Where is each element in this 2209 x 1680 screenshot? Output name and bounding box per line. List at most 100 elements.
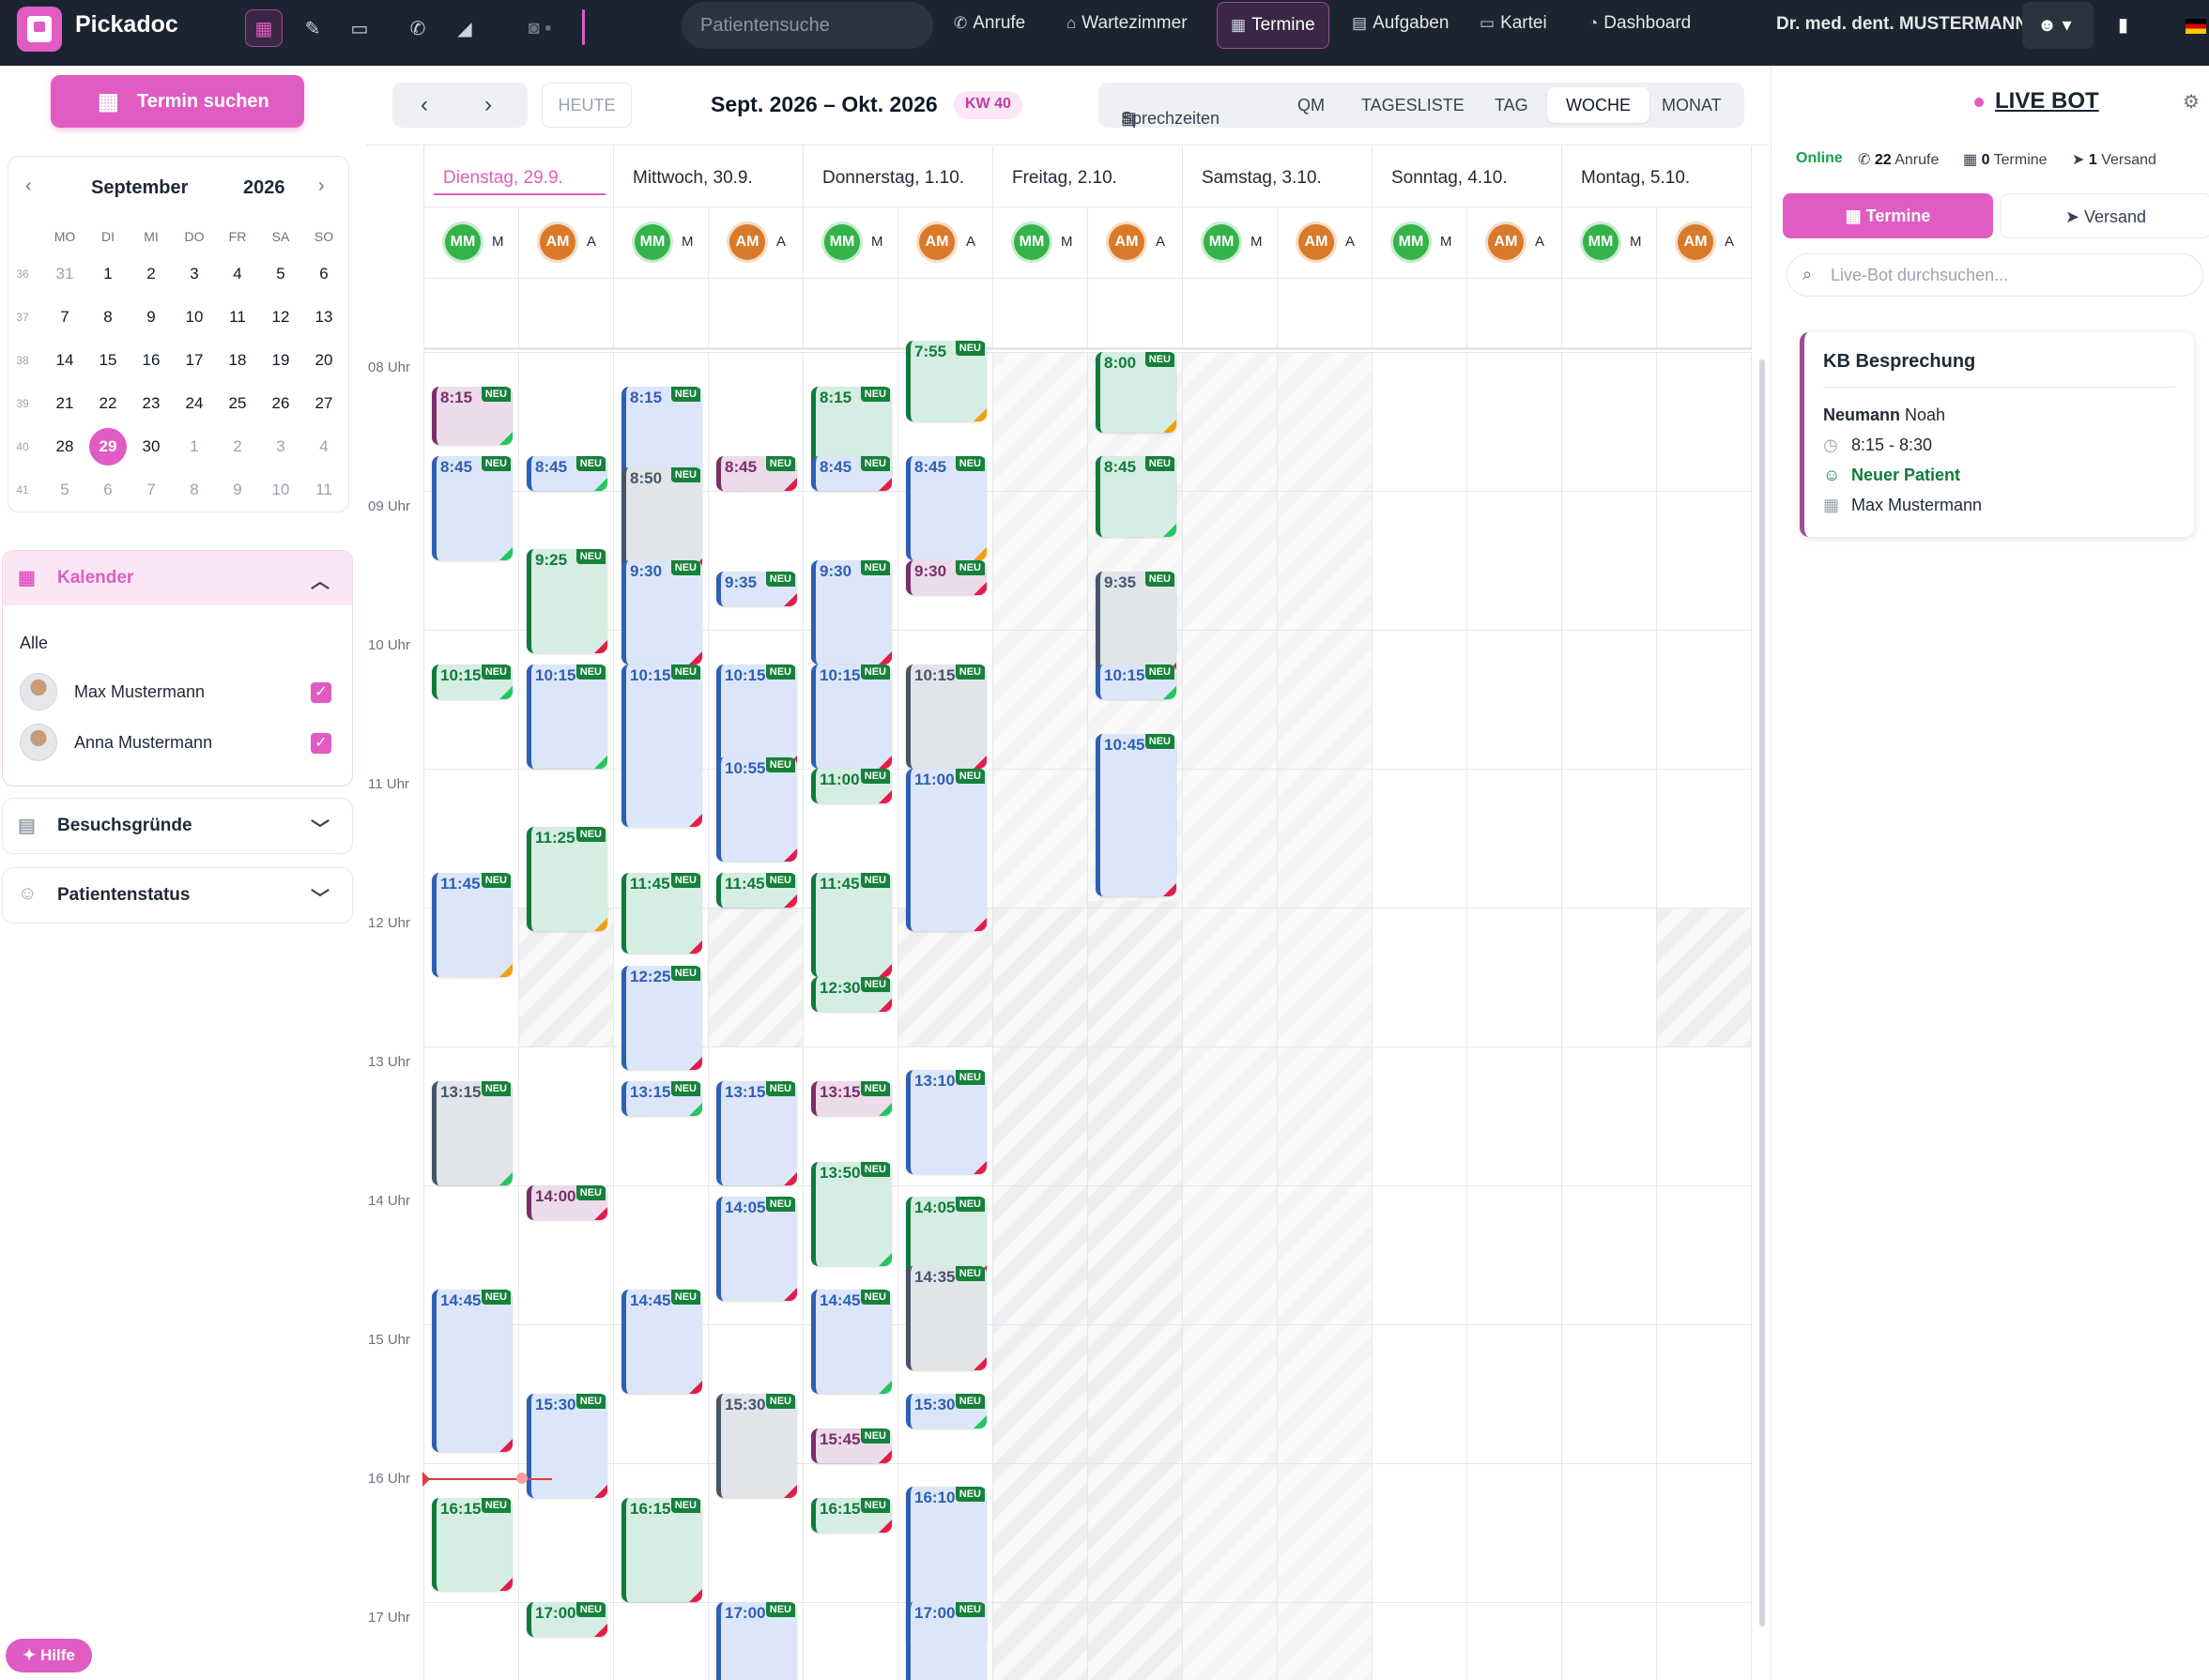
calendar-icon[interactable]: ▦ — [245, 9, 283, 47]
chevron-left-icon[interactable]: ‹ — [421, 92, 428, 118]
checkbox-checked[interactable]: ✓ — [311, 682, 331, 703]
appointment[interactable]: 8:15 NEU — [432, 387, 513, 445]
appointment[interactable]: 8:00 NEU — [1096, 352, 1176, 434]
day-cell[interactable]: 4 — [219, 260, 256, 288]
all-day-cell[interactable] — [1373, 279, 1467, 350]
resource-avatar[interactable]: MM — [635, 224, 670, 260]
appointment[interactable]: 7:55 NEU — [906, 340, 987, 421]
resource-avatar[interactable]: MM — [1204, 224, 1239, 260]
appointment[interactable]: 16:15 NEU — [621, 1498, 702, 1602]
day-cell[interactable]: 23 — [132, 389, 170, 418]
appointment[interactable]: 8:45 NEU — [1096, 456, 1176, 538]
megaphone-icon[interactable]: ◢ — [446, 9, 483, 47]
all-day-cell[interactable] — [1467, 279, 1562, 350]
resource-avatar[interactable]: AM — [919, 224, 955, 260]
day-cell[interactable]: 26 — [262, 389, 299, 418]
appointment[interactable]: 10:15 NEU — [906, 664, 987, 769]
calendar-person-max[interactable]: Max Mustermann ✓ — [20, 673, 339, 714]
appointment[interactable]: 17:00 NEU — [906, 1602, 987, 1680]
day-cell[interactable]: 10 — [176, 303, 213, 331]
appointment[interactable]: 14:05 NEU — [716, 1197, 797, 1302]
day-cell[interactable]: 7 — [46, 303, 84, 331]
appointment[interactable]: 14:00 NEU — [527, 1185, 607, 1220]
all-day-cell[interactable] — [804, 279, 898, 350]
day-cell[interactable]: 9 — [219, 476, 256, 504]
all-day-cell[interactable] — [614, 279, 709, 350]
day-header[interactable]: Mittwoch, 30.9. — [614, 145, 804, 207]
resource-avatar[interactable]: AM — [1678, 224, 1713, 260]
view-qm[interactable]: QM — [1297, 96, 1325, 115]
help-button[interactable]: ✦ Hilfe — [6, 1639, 92, 1672]
day-cell[interactable]: 30 — [132, 433, 170, 461]
appointment[interactable]: 11:45 NEU — [811, 873, 892, 977]
day-cell[interactable]: 15 — [89, 346, 127, 374]
all-day-cell[interactable] — [1183, 279, 1278, 350]
calendar-scrollbar[interactable] — [1759, 359, 1765, 1627]
gear-icon[interactable]: ⚙ — [2183, 90, 2200, 114]
all-label[interactable]: Alle — [20, 634, 48, 653]
all-day-cell[interactable] — [1278, 279, 1373, 350]
resource-column[interactable] — [804, 352, 898, 1680]
phone-signal-icon[interactable]: ✆ — [399, 9, 437, 47]
resource-avatar[interactable]: AM — [1298, 224, 1334, 260]
nav-dashboard[interactable]: ◔ Dashboard — [1588, 13, 1691, 34]
calendar-person-anna[interactable]: Anna Mustermann ✓ — [20, 724, 339, 765]
day-cell[interactable]: 3 — [176, 260, 213, 288]
today-button[interactable]: HEUTE — [542, 83, 632, 128]
nav-wartezimmer[interactable]: ⌂ Wartezimmer — [1066, 13, 1188, 34]
day-cell[interactable]: 20 — [305, 346, 343, 374]
day-header[interactable]: Freitag, 2.10. — [993, 145, 1183, 207]
chevron-right-icon[interactable]: › — [318, 176, 325, 197]
nav-kartei[interactable]: ▭ Kartei — [1480, 13, 1547, 34]
mini-calendar-month[interactable]: September — [91, 177, 188, 199]
resource-column[interactable] — [1278, 352, 1373, 1680]
appointment[interactable]: 10:55 NEU — [716, 756, 797, 862]
day-cell[interactable]: 10 — [262, 476, 299, 504]
day-cell[interactable]: 12 — [262, 303, 299, 331]
nav-anrufe[interactable]: ✆ Anrufe — [954, 13, 1025, 34]
appointment[interactable]: 11:45 NEU — [621, 873, 702, 955]
resource-avatar[interactable]: MM — [1583, 224, 1618, 260]
video-icon[interactable]: ▭ — [341, 9, 378, 47]
day-cell[interactable]: 28 — [46, 433, 84, 461]
appointment[interactable]: 10:15 NEU — [811, 664, 892, 769]
appointment[interactable]: 11:00 NEU — [811, 769, 892, 803]
appointment[interactable]: 8:45 NEU — [811, 456, 892, 491]
day-cell[interactable]: 2 — [219, 433, 256, 461]
appointment[interactable]: 17:00 NEU — [527, 1602, 607, 1637]
day-cell[interactable]: 25 — [219, 389, 256, 418]
mini-calendar-year[interactable]: 2026 — [243, 177, 285, 199]
day-cell[interactable]: 19 — [262, 346, 299, 374]
checkbox-checked[interactable]: ✓ — [311, 733, 331, 754]
all-day-cell[interactable] — [709, 279, 804, 350]
appointment[interactable]: 14:45 NEU — [621, 1290, 702, 1394]
day-cell[interactable]: 6 — [305, 260, 343, 288]
user-settings-button[interactable]: ☻ ▾ — [2022, 2, 2094, 49]
appointment[interactable]: 10:45 NEU — [1096, 734, 1176, 896]
day-cell[interactable]: 11 — [305, 476, 343, 504]
resource-column[interactable] — [1183, 352, 1278, 1680]
day-cell[interactable]: 24 — [176, 389, 213, 418]
appointment[interactable]: 14:45 NEU — [811, 1290, 892, 1394]
day-cell[interactable]: 2 — [132, 260, 170, 288]
appointment[interactable]: 8:45 NEU — [527, 456, 607, 491]
day-cell[interactable]: 5 — [262, 260, 299, 288]
resource-avatar[interactable]: AM — [729, 224, 765, 260]
appointment[interactable]: 9:30 NEU — [906, 560, 987, 595]
patientenstatus-section[interactable]: ☺ Patientenstatus ﹀ — [2, 867, 353, 924]
kalender-header[interactable]: ▦ Kalender ︿ — [3, 551, 352, 605]
resource-column[interactable] — [1373, 352, 1467, 1680]
appointment[interactable]: 15:30 NEU — [527, 1394, 607, 1498]
appointment[interactable]: 9:30 NEU — [811, 560, 892, 664]
appointment[interactable]: 10:15 NEU — [621, 664, 702, 827]
resource-avatar[interactable]: AM — [1109, 224, 1144, 260]
day-header[interactable]: Dienstag, 29.9. — [424, 145, 614, 207]
day-cell[interactable]: 7 — [132, 476, 170, 504]
day-cell[interactable]: 13 — [305, 303, 343, 331]
all-day-cell[interactable] — [898, 279, 993, 350]
live-bot-title[interactable]: LIVE BOT — [1995, 88, 2099, 115]
nav-aufgaben[interactable]: ▤ Aufgaben — [1352, 13, 1449, 34]
day-cell[interactable]: 18 — [219, 346, 256, 374]
appointment[interactable]: 9:30 NEU — [621, 560, 702, 664]
day-cell[interactable]: 6 — [89, 476, 127, 504]
